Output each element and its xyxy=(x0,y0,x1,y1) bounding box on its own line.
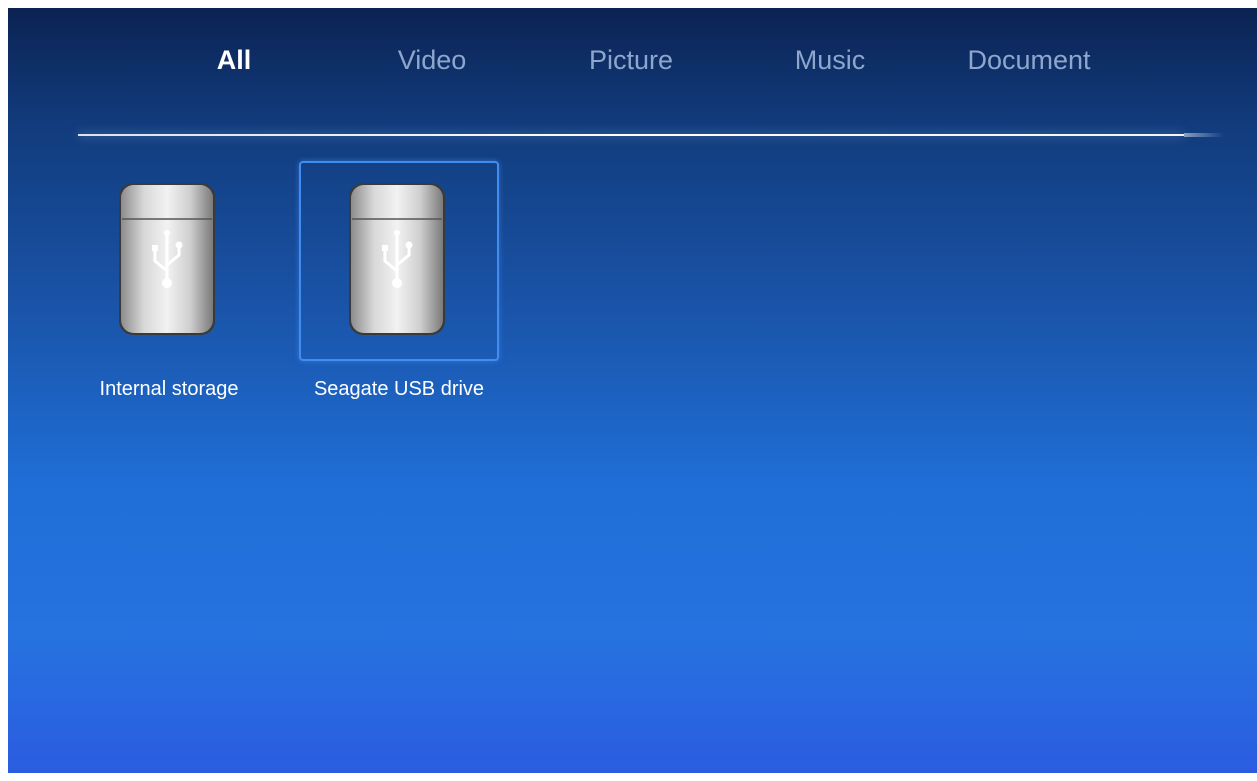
usb-drive-icon xyxy=(349,183,445,335)
usb-drive-icon xyxy=(119,183,215,335)
category-tabs: All Video Picture Music Document xyxy=(8,42,1257,82)
tab-video[interactable]: Video xyxy=(398,42,467,78)
device-label-internal-storage: Internal storage xyxy=(99,378,239,400)
tab-music[interactable]: Music xyxy=(795,42,866,78)
tab-all[interactable]: All xyxy=(217,42,252,78)
device-label-seagate-usb-drive: Seagate USB drive xyxy=(313,378,485,400)
device-seagate-usb-drive[interactable] xyxy=(299,161,499,361)
tab-picture[interactable]: Picture xyxy=(589,42,673,78)
tab-divider xyxy=(78,133,1224,137)
media-browser-screen: All Video Picture Music Document Interna… xyxy=(8,8,1257,773)
device-internal-storage[interactable] xyxy=(69,161,269,361)
tab-document[interactable]: Document xyxy=(967,42,1090,78)
